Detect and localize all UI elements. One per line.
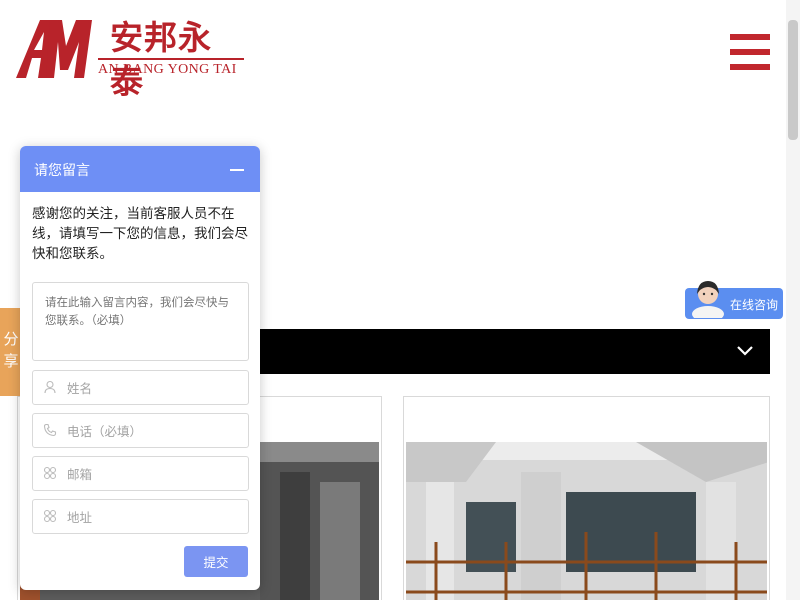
scrollbar-thumb[interactable]: [788, 20, 798, 140]
message-widget-header: 请您留言: [20, 146, 260, 192]
message-widget: 请您留言 感谢您的关注，当前客服人员不在线，请填写一下您的信息，我们会尽快和您联…: [20, 146, 260, 590]
address-input[interactable]: [67, 506, 237, 528]
address-icon: [43, 509, 57, 523]
brand-logo[interactable]: 安邦永泰 AN BANG YONG TAI: [14, 16, 244, 101]
am-monogram-icon: [16, 20, 92, 78]
user-icon: [44, 380, 56, 394]
phone-icon: [43, 423, 57, 437]
email-field[interactable]: [32, 456, 249, 491]
logo-divider: [98, 58, 244, 60]
email-icon: [43, 466, 57, 480]
page: 安邦永泰 AN BANG YONG TAI 分享 在线咨询 请您留言 感谢您的关…: [0, 0, 800, 600]
brand-name-cn: 安邦永泰: [110, 18, 212, 101]
online-consult-button[interactable]: 在线咨询: [685, 281, 783, 319]
email-input[interactable]: [67, 463, 237, 485]
share-tab[interactable]: 分享: [0, 308, 22, 396]
phone-input[interactable]: [67, 420, 237, 442]
message-widget-title: 请您留言: [34, 163, 90, 179]
category-dropdown-bar[interactable]: [230, 329, 770, 374]
name-field[interactable]: [32, 370, 249, 405]
brand-name-en: AN BANG YONG TAI: [98, 62, 237, 77]
submit-button[interactable]: 提交: [184, 546, 248, 577]
building-scaffolding-photo: [406, 442, 767, 600]
minimize-icon[interactable]: [228, 160, 246, 178]
chevron-down-icon: [737, 346, 753, 356]
hamburger-menu-icon[interactable]: [730, 34, 770, 70]
offline-notice: 感谢您的关注，当前客服人员不在线，请填写一下您的信息，我们会尽快和您联系。: [32, 206, 248, 262]
address-field[interactable]: [32, 499, 249, 534]
phone-field[interactable]: [32, 413, 249, 448]
online-consult-label: 在线咨询: [730, 298, 779, 312]
product-card[interactable]: [403, 396, 770, 600]
customer-service-avatar-icon: [692, 281, 724, 318]
name-input[interactable]: [67, 377, 237, 399]
message-textarea[interactable]: [32, 282, 249, 361]
